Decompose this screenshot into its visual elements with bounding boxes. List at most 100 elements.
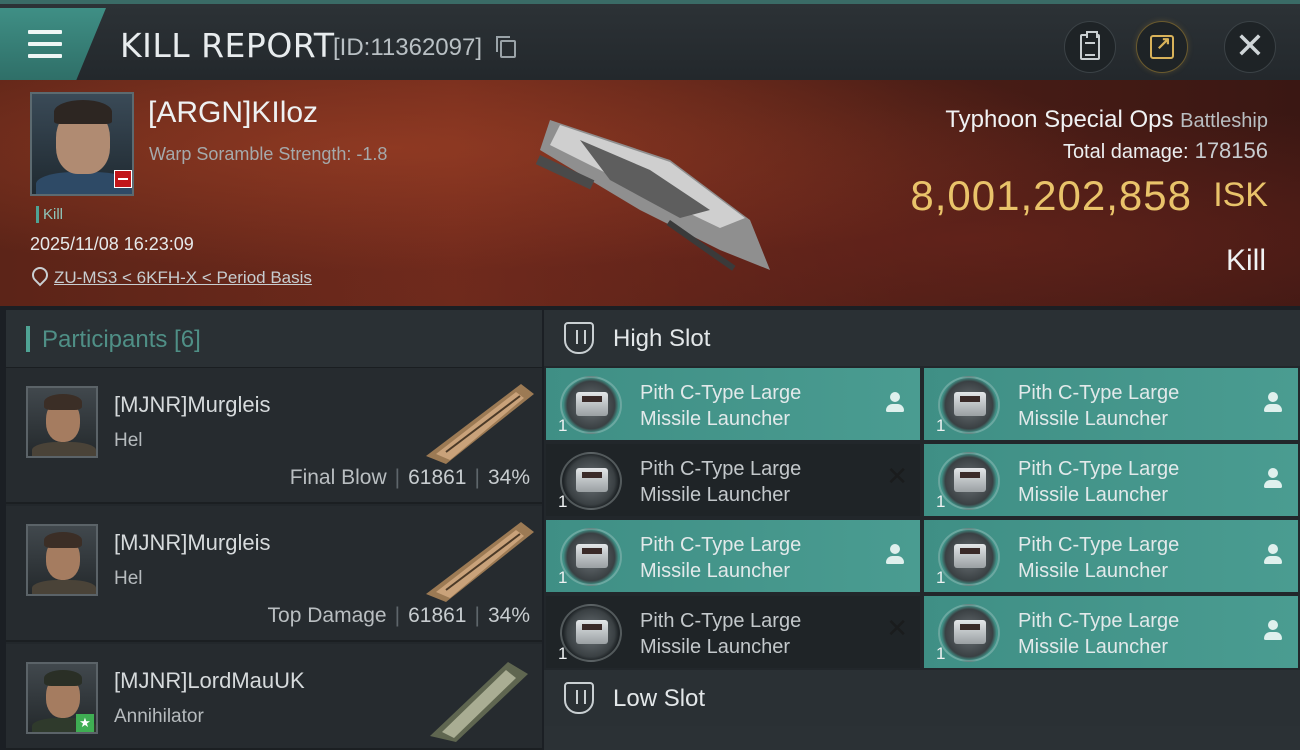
low-slot-items-peek[interactable]: [544, 726, 1300, 750]
kill-location-link[interactable]: ZU-MS3 < 6KFH-X < Period Basis: [54, 268, 312, 288]
module-icon: [938, 452, 1000, 510]
module-item[interactable]: 1 Pith C-Type Large Missile Launcher: [924, 444, 1298, 516]
participant-role: Final Blow: [289, 466, 387, 489]
participant-percent: 34%: [487, 604, 530, 627]
participant-damage: 61861: [408, 466, 467, 489]
person-icon: [1264, 392, 1282, 414]
star-badge-icon: ★: [76, 714, 94, 732]
module-name: Pith C-Type Large Missile Launcher: [1018, 610, 1180, 658]
module-icon: [938, 376, 1000, 434]
module-name: Pith C-Type Large Missile Launcher: [640, 382, 802, 430]
person-icon: [1264, 620, 1282, 642]
isk-unit: ISK: [1213, 176, 1268, 214]
participant-ship: Hel: [114, 568, 143, 589]
participant-stats: Top Damage | 61861 | 34%: [267, 604, 530, 627]
module-name: Pith C-Type Large Missile Launcher: [640, 534, 802, 582]
module-item[interactable]: 1 Pith C-Type Large Missile Launcher: [924, 368, 1298, 440]
close-icon: ✕: [1234, 26, 1266, 67]
avatar[interactable]: [26, 524, 98, 596]
participant-stats: Final Blow | 61861 | 34%: [289, 466, 530, 489]
participant-row[interactable]: [MJNR]Murgleis Hel Final Blow | 61861 | 34%: [6, 368, 542, 504]
module-item[interactable]: 1 Pith C-Type Large Missile Launcher ✕: [546, 596, 920, 668]
warp-scramble-strength: Warp Soramble Strength: -1.8: [149, 144, 388, 164]
module-icon: [938, 604, 1000, 662]
module-name: Pith C-Type Large Missile Launcher: [640, 458, 802, 506]
low-slot-header: Low Slot: [544, 670, 1300, 726]
x-icon: ✕: [886, 462, 908, 492]
close-button[interactable]: ✕: [1224, 21, 1276, 73]
module-quantity: 1: [558, 416, 568, 435]
avatar[interactable]: [26, 386, 98, 458]
module-name: Pith C-Type Large Missile Launcher: [1018, 382, 1180, 430]
participant-name: [MJNR]LordMauUK: [114, 668, 305, 693]
module-quantity: 1: [558, 568, 568, 587]
module-item[interactable]: 1 Pith C-Type Large Missile Launcher: [546, 368, 920, 440]
module-icon: [560, 452, 622, 510]
participants-header: Participants [6]: [6, 310, 542, 368]
high-slot-label: High Slot: [613, 325, 711, 352]
module-quantity: 1: [936, 492, 946, 511]
fitting-panel: High Slot 1 Pith C-Type Large Missile Lau…: [544, 310, 1300, 750]
participant-damage: 61861: [408, 604, 467, 627]
share-icon: [1150, 33, 1174, 59]
victim-ship-image[interactable]: [520, 100, 780, 280]
high-slot-icon: [564, 322, 594, 354]
ship-name[interactable]: Typhoon Special Ops Battleship: [945, 106, 1268, 134]
participants-panel: Participants [6] [MJNR]Murgleis Hel Fina…: [6, 310, 542, 750]
clipboard-icon: [1080, 31, 1100, 60]
total-damage-label: Total damage:: [1062, 141, 1189, 163]
hostile-badge-icon: [114, 170, 132, 188]
module-quantity: 1: [936, 568, 946, 587]
module-name: Pith C-Type Large Missile Launcher: [1018, 458, 1180, 506]
module-icon: [560, 528, 622, 586]
module-quantity: 1: [936, 644, 946, 663]
location-pin-icon: [32, 267, 44, 283]
module-name: Pith C-Type Large Missile Launcher: [640, 610, 802, 658]
module-quantity: 1: [558, 492, 568, 511]
module-quantity: 1: [936, 416, 946, 435]
high-slot-header: High Slot: [544, 310, 1300, 366]
isk-value: 8,001,202,858: [910, 172, 1192, 219]
participant-ship: Hel: [114, 430, 143, 451]
person-icon: [1264, 468, 1282, 490]
copy-icon[interactable]: [496, 36, 516, 58]
clipboard-button[interactable]: [1064, 21, 1116, 73]
person-icon: [886, 544, 904, 566]
kill-datetime: 2025/11/08 16:23:09: [30, 234, 194, 254]
ship-type-name: Typhoon Special Ops: [945, 106, 1174, 133]
module-item[interactable]: 1 Pith C-Type Large Missile Launcher: [546, 520, 920, 592]
person-icon: [886, 392, 904, 414]
low-slot-label: Low Slot: [613, 685, 706, 712]
module-item[interactable]: 1 Pith C-Type Large Missile Launcher: [924, 596, 1298, 668]
victim-banner: Kill [ARGN]KIloz Warp Soramble Strength:…: [0, 80, 1300, 306]
participants-label: Participants [6]: [42, 326, 201, 353]
person-icon: [1264, 544, 1282, 566]
kill-tag: Kill: [36, 206, 63, 223]
title-bar: KILL REPORT [ID:11362097] ✕: [0, 0, 1300, 80]
participant-ship-image: [430, 662, 528, 742]
total-damage-value: 178156: [1194, 138, 1268, 163]
module-icon: [560, 604, 622, 662]
victim-name[interactable]: [ARGN]KIloz: [148, 96, 318, 130]
menu-icon[interactable]: [28, 30, 62, 58]
total-damage: Total damage: 178156: [1063, 138, 1268, 164]
ship-class: Battleship: [1180, 110, 1268, 132]
report-id: [ID:11362097]: [333, 34, 483, 61]
participant-ship-image: [426, 384, 534, 464]
module-icon: [560, 376, 622, 434]
kill-result: Kill: [1225, 244, 1266, 277]
participant-row[interactable]: [MJNR]Murgleis Hel Top Damage | 61861 | 34%: [6, 506, 542, 642]
low-slot-icon: [564, 682, 594, 714]
x-icon: ✕: [886, 614, 908, 644]
participant-name: [MJNR]Murgleis: [114, 392, 271, 417]
share-button[interactable]: [1136, 21, 1188, 73]
participant-name: [MJNR]Murgleis: [114, 530, 271, 555]
participant-ship-image: [426, 522, 534, 602]
participant-percent: 34%: [487, 466, 530, 489]
module-quantity: 1: [558, 644, 568, 663]
menu-tab[interactable]: [0, 8, 106, 80]
module-item[interactable]: 1 Pith C-Type Large Missile Launcher ✕: [546, 444, 920, 516]
module-item[interactable]: 1 Pith C-Type Large Missile Launcher: [924, 520, 1298, 592]
participant-row[interactable]: ★ [MJNR]LordMauUK Annihilator: [6, 644, 542, 750]
module-name: Pith C-Type Large Missile Launcher: [1018, 534, 1180, 582]
